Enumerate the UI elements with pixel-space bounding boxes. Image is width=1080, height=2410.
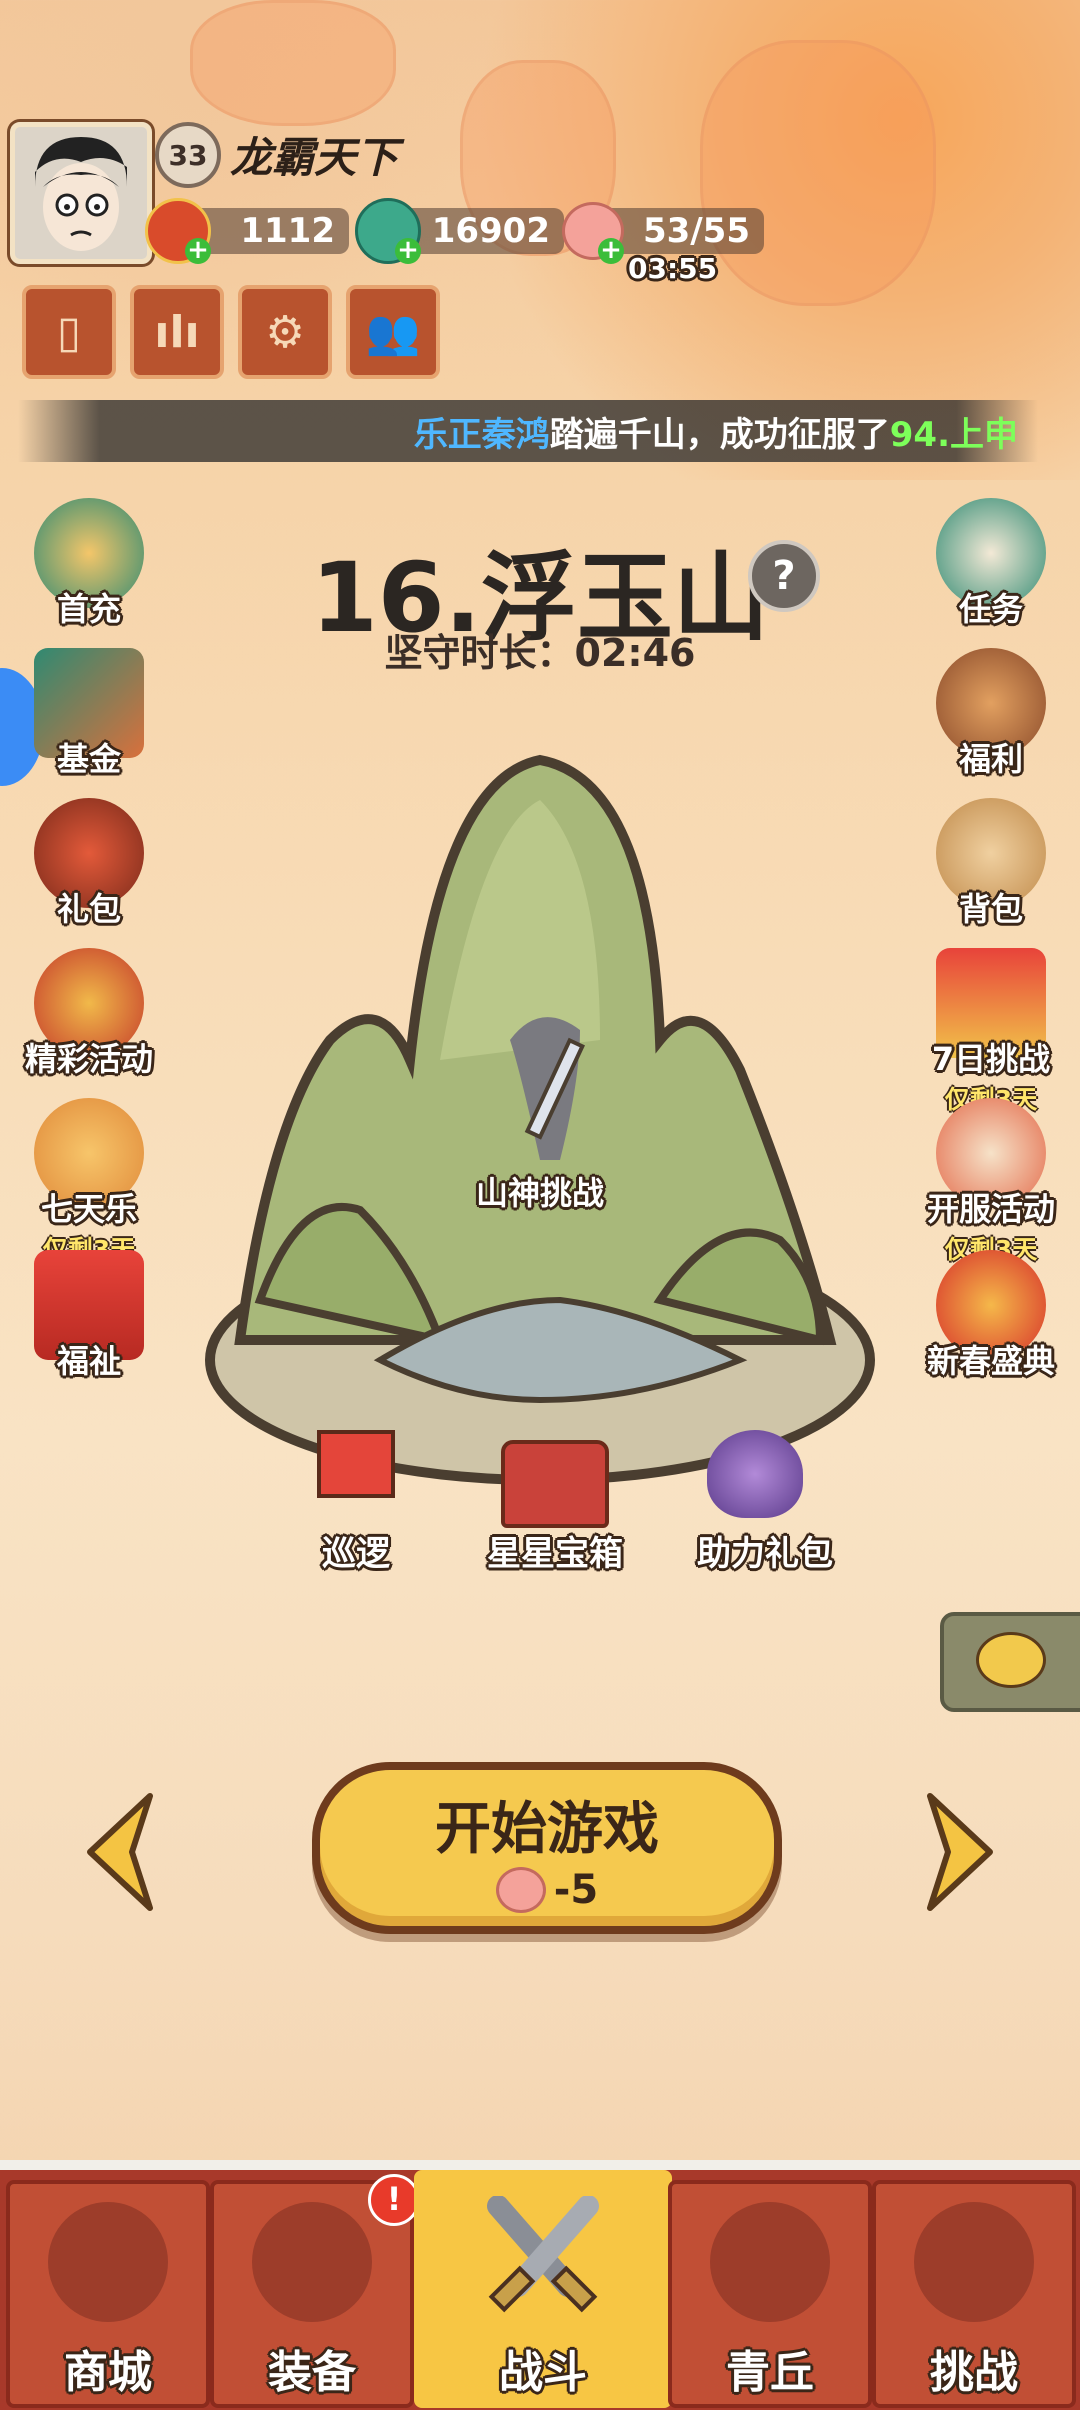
chat-bubble-icon: [976, 1632, 1046, 1688]
avatar-portrait-icon: [15, 127, 147, 259]
stamina-timer: 03:55: [628, 252, 718, 285]
stats-button[interactable]: ılı: [130, 285, 224, 379]
side-button-events[interactable]: 精彩活动: [14, 948, 164, 1080]
nav-tab-shop[interactable]: 商城: [6, 2180, 210, 2408]
ticker-target: 94.上申: [889, 414, 1018, 455]
gear-icon: ⚙: [265, 306, 305, 358]
star-chest-label: 星星宝箱: [487, 1534, 623, 1574]
mountain-god-challenge-label[interactable]: 山神挑战: [440, 1168, 640, 1214]
add-jade-plus-icon[interactable]: +: [395, 237, 421, 264]
helmet-icon: [252, 2202, 372, 2322]
previous-stage-arrow-icon[interactable]: [80, 1790, 156, 1914]
star-chest-icon[interactable]: [490, 1440, 620, 1530]
patrol-flag-icon[interactable]: [296, 1430, 416, 1530]
side-button-blessing[interactable]: 福祉: [14, 1250, 164, 1382]
peach-cost-icon: [495, 1866, 546, 1913]
gold-value: 1112: [240, 211, 335, 251]
next-stage-arrow-icon[interactable]: [924, 1790, 1000, 1914]
side-button-fund[interactable]: 基金: [14, 648, 164, 780]
side-button-seven-days[interactable]: 七天乐 仅剩3天: [14, 1098, 164, 1266]
ranking-button[interactable]: ▯: [22, 285, 116, 379]
jade-value: 16902: [431, 211, 550, 251]
add-gold-plus-icon[interactable]: +: [185, 237, 211, 264]
friends-icon: 👥: [365, 307, 421, 358]
settings-button[interactable]: ⚙: [238, 285, 332, 379]
ticker-player-name: 乐正秦鸿: [413, 414, 550, 455]
stamina-cost: -5: [553, 1866, 599, 1913]
broadcast-ticker: 乐正秦鸿 踏遍千山，成功征服了 94.上申: [18, 400, 1038, 462]
lantern-decoration: [190, 0, 396, 126]
mountain-peak-icon: [710, 2202, 830, 2322]
player-level-badge: 33: [155, 122, 221, 188]
equipment-alert-badge: !: [368, 2174, 420, 2226]
side-button-tasks[interactable]: 任务: [916, 498, 1066, 630]
bar-chart-icon: ılı: [154, 306, 200, 358]
lantern-decoration: [700, 40, 936, 306]
player-avatar[interactable]: [10, 122, 152, 264]
stamina-value: 53/55: [642, 211, 750, 251]
ticket-icon: ▯: [56, 306, 82, 358]
nav-tab-battle[interactable]: 战斗: [414, 2170, 672, 2408]
friends-button[interactable]: 👥: [346, 285, 440, 379]
side-button-server-event[interactable]: 开服活动 仅剩3天: [916, 1098, 1066, 1266]
start-game-button[interactable]: 开始游戏 -5: [312, 1762, 782, 1934]
mountain-map: [205, 754, 875, 1485]
side-button-first-recharge[interactable]: 首充: [14, 498, 164, 630]
start-game-label: 开始游戏: [435, 1796, 659, 1862]
patrol-label: 巡逻: [322, 1534, 390, 1574]
assist-gift-bag-icon[interactable]: [690, 1430, 820, 1530]
shop-building-icon: [48, 2202, 168, 2322]
nav-tab-challenge[interactable]: 挑战: [872, 2180, 1076, 2408]
player-name: 龙霸天下: [230, 133, 399, 182]
assist-gift-label: 助力礼包: [697, 1534, 833, 1574]
help-icon[interactable]: ?: [748, 540, 820, 612]
swirl-medallion-icon: [914, 2202, 1034, 2322]
chat-button[interactable]: [940, 1612, 1080, 1712]
ticker-text: 踏遍千山，成功征服了: [549, 414, 890, 455]
add-stamina-plus-icon[interactable]: +: [598, 237, 624, 264]
nav-tab-qingqiu[interactable]: 青丘: [668, 2180, 872, 2408]
side-button-gift-pack[interactable]: 礼包: [14, 798, 164, 930]
side-button-backpack[interactable]: 背包: [916, 798, 1066, 930]
side-button-spring-festival[interactable]: 新春盛典: [916, 1250, 1066, 1382]
crossed-swords-icon: [487, 2196, 599, 2313]
side-button-welfare[interactable]: 福利: [916, 648, 1066, 780]
side-button-7day-challenge[interactable]: 7日挑战 仅剩3天: [916, 948, 1066, 1116]
